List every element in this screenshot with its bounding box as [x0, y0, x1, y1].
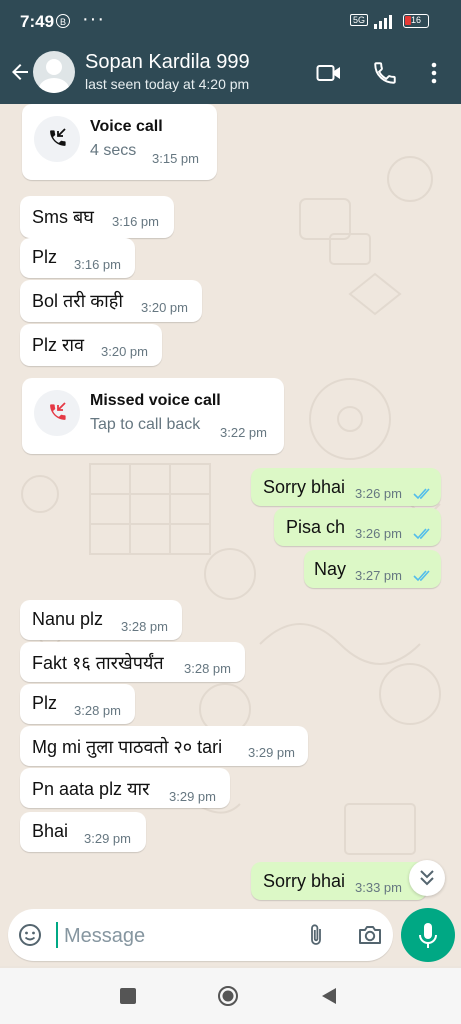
- call-time: 3:22 pm: [220, 425, 267, 440]
- more-notifications-icon: ···: [82, 8, 105, 30]
- voice-message-button[interactable]: [401, 908, 455, 962]
- message-bubble-incoming[interactable]: Bol तरी काही 3:20 pm: [20, 280, 202, 322]
- notification-b-icon: B: [56, 14, 70, 28]
- read-receipt-icon: [413, 528, 430, 540]
- message-bubble-incoming[interactable]: Pn aata plz यार 3:29 pm: [20, 768, 230, 808]
- message-text: Nay: [314, 559, 347, 579]
- chat-area[interactable]: Voice call 4 secs 3:15 pm Sms बघ 3:16 pm…: [0, 104, 461, 966]
- message-text: Mg mi तुला पाठवतो २० tari: [32, 737, 223, 757]
- status-time: 7:49: [20, 12, 55, 31]
- scroll-to-bottom-button[interactable]: [409, 860, 445, 896]
- signal-icon: [374, 15, 392, 29]
- call-duration: 4 secs: [90, 142, 137, 159]
- message-time: 3:29 pm: [169, 789, 216, 804]
- message-time: 3:33 pm: [355, 880, 402, 895]
- message-bubble-outgoing[interactable]: Sorry bhai 3:26 pm: [251, 468, 441, 506]
- missed-call-icon: [50, 402, 66, 420]
- more-options-icon[interactable]: [421, 60, 447, 86]
- message-bubble-incoming[interactable]: Plz राव 3:20 pm: [20, 324, 162, 366]
- message-text: Pisa ch: [286, 517, 346, 537]
- attachment-icon[interactable]: [304, 922, 328, 948]
- message-bubble-outgoing[interactable]: Sorry bhai 3:33 pm: [251, 862, 427, 900]
- voice-call-card[interactable]: Voice call 4 secs 3:15 pm: [22, 104, 217, 180]
- voice-call-icon[interactable]: [372, 60, 398, 86]
- system-nav-bar: [0, 968, 461, 1024]
- message-bubble-incoming[interactable]: Fakt १६ तारखेपर्यंत 3:28 pm: [20, 642, 245, 682]
- microphone-icon: [419, 923, 437, 948]
- message-time: 3:28 pm: [184, 661, 231, 676]
- message-bubble-incoming[interactable]: Bhai 3:29 pm: [20, 812, 146, 852]
- emoji-icon[interactable]: [18, 923, 42, 947]
- message-time: 3:16 pm: [74, 257, 121, 272]
- message-text: Pn aata plz यार: [32, 779, 150, 799]
- double-chevron-down-icon: [420, 870, 434, 886]
- message-bubble-incoming[interactable]: Mg mi तुला पाठवतो २० tari 3:29 pm: [20, 726, 308, 766]
- message-time: 3:29 pm: [84, 831, 131, 846]
- recents-square-icon[interactable]: [117, 985, 139, 1007]
- network-type-badge: 5G: [350, 14, 369, 26]
- message-text: Nanu plz: [32, 609, 104, 629]
- message-text: Fakt १६ तारखेपर्यंत: [32, 653, 164, 673]
- message-text: Sorry bhai: [263, 477, 346, 497]
- read-receipt-icon: [413, 488, 430, 500]
- call-title: Missed voice call: [90, 392, 221, 409]
- battery-icon: 16: [403, 14, 429, 28]
- message-time: 3:29 pm: [248, 745, 295, 760]
- incoming-call-icon: [50, 128, 66, 146]
- message-text: Sms बघ: [32, 207, 94, 227]
- message-text: Plz: [32, 247, 58, 267]
- message-time: 3:28 pm: [74, 703, 121, 718]
- home-circle-icon[interactable]: [217, 985, 239, 1007]
- call-back-hint: Tap to call back: [90, 416, 201, 433]
- default-avatar-icon: [39, 59, 69, 93]
- back-arrow-icon[interactable]: [8, 60, 32, 84]
- contact-avatar[interactable]: [33, 51, 75, 93]
- message-bubble-incoming[interactable]: Plz 3:28 pm: [20, 684, 135, 724]
- message-bubble-incoming[interactable]: Sms बघ 3:16 pm: [20, 196, 174, 238]
- contact-name[interactable]: Sopan Kardila 999: [85, 51, 250, 74]
- back-triangle-icon[interactable]: [318, 985, 340, 1007]
- message-time: 3:26 pm: [355, 526, 402, 541]
- read-receipt-icon: [413, 570, 430, 582]
- message-bubble-outgoing[interactable]: Pisa ch 3:26 pm: [274, 508, 441, 546]
- message-text: Bol तरी काही: [32, 291, 124, 311]
- message-time: 3:28 pm: [121, 619, 168, 634]
- message-text: Bhai: [32, 821, 69, 841]
- message-composer: [8, 909, 393, 961]
- status-bar: 7:49 B ··· 5G 16: [0, 0, 461, 44]
- message-text: Plz राव: [32, 335, 85, 355]
- message-time: 3:27 pm: [355, 568, 402, 583]
- message-text: Plz: [32, 693, 58, 713]
- message-input[interactable]: [62, 919, 296, 953]
- message-time: 3:16 pm: [112, 214, 159, 229]
- message-bubble-incoming[interactable]: Plz 3:16 pm: [20, 238, 135, 278]
- message-time: 3:20 pm: [101, 344, 148, 359]
- message-text: Sorry bhai: [263, 871, 346, 891]
- video-call-icon[interactable]: [316, 60, 342, 86]
- message-bubble-outgoing[interactable]: Nay 3:27 pm: [304, 550, 441, 588]
- battery-level: 16: [410, 15, 421, 25]
- text-cursor: [56, 922, 58, 948]
- message-time: 3:20 pm: [141, 300, 188, 315]
- call-title: Voice call: [90, 118, 163, 135]
- missed-call-card[interactable]: Missed voice call Tap to call back 3:22 …: [22, 378, 284, 454]
- message-time: 3:26 pm: [355, 486, 402, 501]
- last-seen-status: last seen today at 4:20 pm: [85, 76, 250, 92]
- chat-header: Sopan Kardila 999 last seen today at 4:2…: [0, 44, 461, 104]
- call-time: 3:15 pm: [152, 151, 199, 166]
- message-bubble-incoming[interactable]: Nanu plz 3:28 pm: [20, 600, 182, 640]
- camera-icon[interactable]: [357, 923, 383, 947]
